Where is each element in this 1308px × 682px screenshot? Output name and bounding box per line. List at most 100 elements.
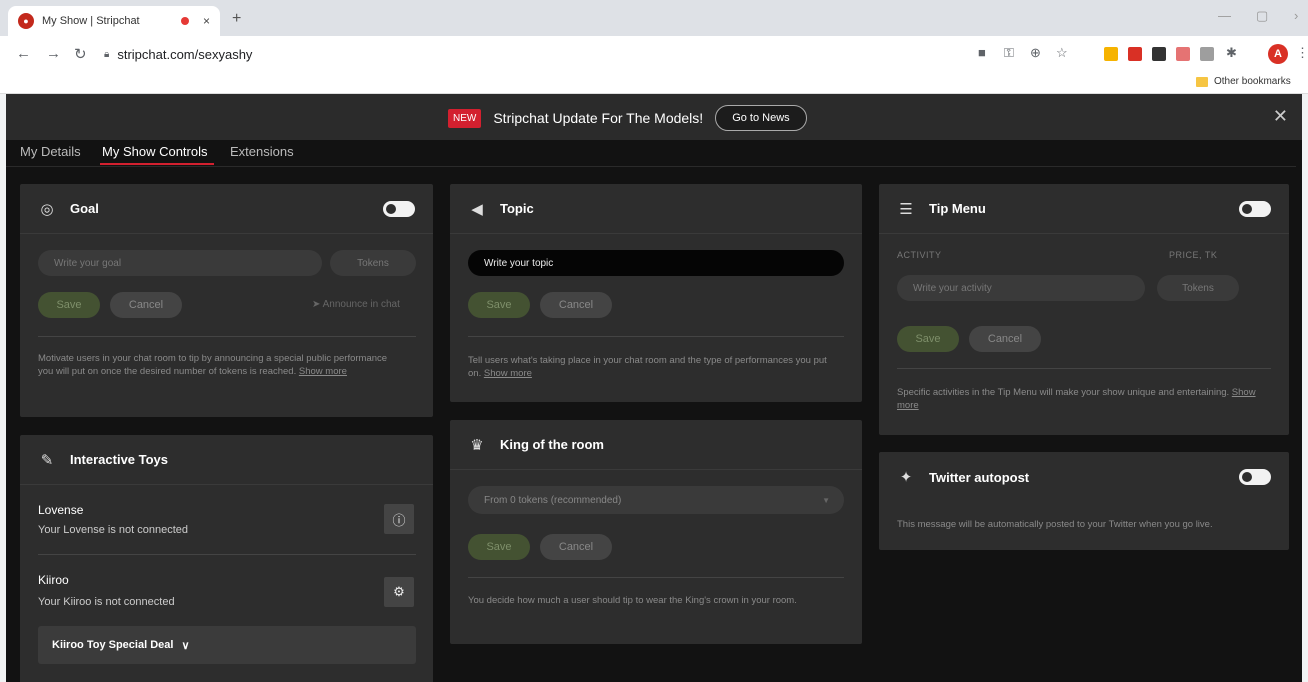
extension-2-icon[interactable]: [1128, 47, 1142, 61]
lovense-status: Your Lovense is not connected: [38, 524, 189, 536]
tipmenu-tokens-input[interactable]: Tokens: [1157, 275, 1239, 301]
browser-tab-bar: ● My Show | Stripchat × + — ▢ ›: [0, 0, 1308, 36]
go-to-news-button[interactable]: Go to News: [715, 105, 807, 131]
settings-tabs: My Details My Show Controls Extensions: [6, 140, 1302, 168]
close-window-icon[interactable]: ›: [1294, 8, 1298, 23]
tipmenu-save-button[interactable]: Save: [897, 326, 959, 352]
goal-title: Goal: [70, 201, 99, 216]
banner-text: Stripchat Update For The Models!: [493, 110, 704, 126]
goal-input[interactable]: Write your goal: [38, 250, 322, 276]
other-bookmarks[interactable]: Other bookmarks: [1196, 76, 1291, 87]
tipmenu-description: Specific activities in the Tip Menu will…: [897, 386, 1257, 412]
send-icon: ➤: [312, 299, 323, 310]
kiiroo-deal-dropdown[interactable]: Kiiroo Toy Special Deal ∨: [38, 626, 416, 664]
topic-title: Topic: [500, 201, 534, 216]
goal-show-more-link[interactable]: Show more: [299, 366, 347, 377]
menu-kebab-icon[interactable]: ⋮: [1296, 45, 1308, 60]
topic-description: Tell users what's taking place in your c…: [468, 354, 828, 380]
kiiroo-status: Your Kiiroo is not connected: [38, 596, 175, 608]
key-icon[interactable]: ⚿: [1004, 45, 1018, 60]
stripchat-favicon-icon: ●: [18, 13, 34, 29]
minimize-icon[interactable]: —: [1218, 8, 1231, 23]
king-of-room-card: ♛ King of the room From 0 tokens (recomm…: [450, 420, 862, 644]
king-cancel-button[interactable]: Cancel: [540, 534, 612, 560]
folder-icon: [1196, 76, 1208, 87]
recording-indicator-icon: [180, 17, 189, 25]
banner-close-icon[interactable]: ✕: [1273, 106, 1288, 127]
maximize-icon[interactable]: ▢: [1256, 8, 1268, 24]
tab-my-details[interactable]: My Details: [20, 144, 81, 159]
topic-input[interactable]: Write your topic: [468, 250, 844, 276]
kiiroo-deal-label: Kiiroo Toy Special Deal: [52, 639, 174, 651]
select-chevron-icon: ▼: [822, 495, 830, 505]
king-save-button[interactable]: Save: [468, 534, 530, 560]
browser-tab-title: My Show | Stripchat: [42, 15, 140, 27]
toys-icon: ✎: [40, 451, 54, 469]
interactive-toys-card: ✎ Interactive Toys Lovense Your Lovense …: [20, 435, 433, 682]
toys-title: Interactive Toys: [70, 452, 169, 467]
goal-save-button[interactable]: Save: [38, 292, 100, 318]
extension-5-icon[interactable]: [1200, 47, 1214, 61]
king-title: King of the room: [500, 437, 604, 452]
tipmenu-divider: [897, 368, 1271, 369]
tabs-divider: [6, 166, 1296, 167]
king-tokens-select[interactable]: From 0 tokens (recommended) ▼: [468, 486, 844, 514]
king-select-value: From 0 tokens (recommended): [484, 494, 622, 506]
reload-icon[interactable]: ↻: [74, 45, 87, 63]
twitter-title: Twitter autopost: [929, 469, 1030, 485]
lovense-info-icon[interactable]: ⓘ: [384, 504, 414, 534]
chevron-down-icon: ∨: [181, 639, 190, 652]
activity-input[interactable]: Write your activity: [897, 275, 1145, 301]
camera-icon[interactable]: ■: [978, 45, 992, 60]
twitter-bird-icon: ✦: [899, 469, 913, 486]
activity-column-label: ACTIVITY: [897, 250, 942, 260]
tipmenu-cancel-button[interactable]: Cancel: [969, 326, 1041, 352]
bookmark-star-icon[interactable]: ☆: [1056, 45, 1070, 60]
announce-in-chat[interactable]: ➤ Announce in chat: [312, 299, 400, 310]
goal-cancel-button[interactable]: Cancel: [110, 292, 182, 318]
announce-label: Announce in chat: [322, 299, 400, 310]
topic-cancel-button[interactable]: Cancel: [540, 292, 612, 318]
new-tab-button[interactable]: +: [232, 10, 241, 28]
kiiroo-name: Kiiroo: [38, 573, 69, 587]
extension-3-icon[interactable]: [1152, 47, 1166, 61]
list-icon: ☰: [899, 200, 913, 218]
back-icon[interactable]: ←: [16, 45, 31, 62]
address-bar[interactable]: 🔒︎ stripchat.com/sexyashy: [104, 42, 944, 66]
tipmenu-description-text: Specific activities in the Tip Menu will…: [897, 387, 1230, 398]
topic-divider: [468, 336, 844, 337]
tab-extensions[interactable]: Extensions: [230, 144, 294, 159]
tipmenu-title: Tip Menu: [929, 201, 986, 216]
price-column-label: PRICE, TK: [1169, 250, 1218, 260]
kiiroo-settings-gear-icon[interactable]: ⚙: [384, 577, 414, 607]
forward-icon[interactable]: →: [46, 45, 61, 62]
page: NEW Stripchat Update For The Models! Go …: [6, 94, 1302, 682]
twitter-autopost-card: ✦ Twitter autopost This message will be …: [879, 452, 1289, 550]
topic-save-button[interactable]: Save: [468, 292, 530, 318]
news-banner: NEW Stripchat Update For The Models! Go …: [6, 94, 1302, 140]
goal-description: Motivate users in your chat room to tip …: [38, 352, 398, 378]
tab-close-icon[interactable]: ×: [203, 14, 210, 28]
extension-1-icon[interactable]: [1104, 47, 1118, 61]
megaphone-icon: ◀: [471, 200, 483, 218]
extensions-puzzle-icon[interactable]: ✱: [1226, 45, 1240, 60]
browser-tab[interactable]: ● My Show | Stripchat ×: [8, 6, 220, 36]
tipmenu-toggle[interactable]: [1239, 201, 1271, 217]
tab-my-show-controls[interactable]: My Show Controls: [102, 144, 207, 159]
goal-divider: [38, 336, 416, 337]
topic-card: ◀ Topic Write your topic Save Cancel Tel…: [450, 184, 862, 402]
lock-icon: 🔒︎: [104, 48, 110, 60]
toys-divider: [38, 554, 416, 555]
browser-toolbar: ← → ↻ 🔒︎ stripchat.com/sexyashy ■ ⚿ ⊕ ☆ …: [0, 36, 1308, 72]
bookmarks-bar: Other bookmarks: [0, 72, 1308, 94]
profile-avatar[interactable]: A: [1268, 44, 1288, 64]
goal-toggle[interactable]: [383, 201, 415, 217]
zoom-icon[interactable]: ⊕: [1030, 45, 1044, 60]
other-bookmarks-label: Other bookmarks: [1214, 76, 1291, 87]
goal-tokens-input[interactable]: Tokens: [330, 250, 416, 276]
lovense-name: Lovense: [38, 503, 84, 517]
extension-4-icon[interactable]: [1176, 47, 1190, 61]
topic-show-more-link[interactable]: Show more: [484, 368, 532, 379]
target-icon: ◎: [40, 200, 54, 218]
twitter-toggle[interactable]: [1239, 469, 1271, 485]
